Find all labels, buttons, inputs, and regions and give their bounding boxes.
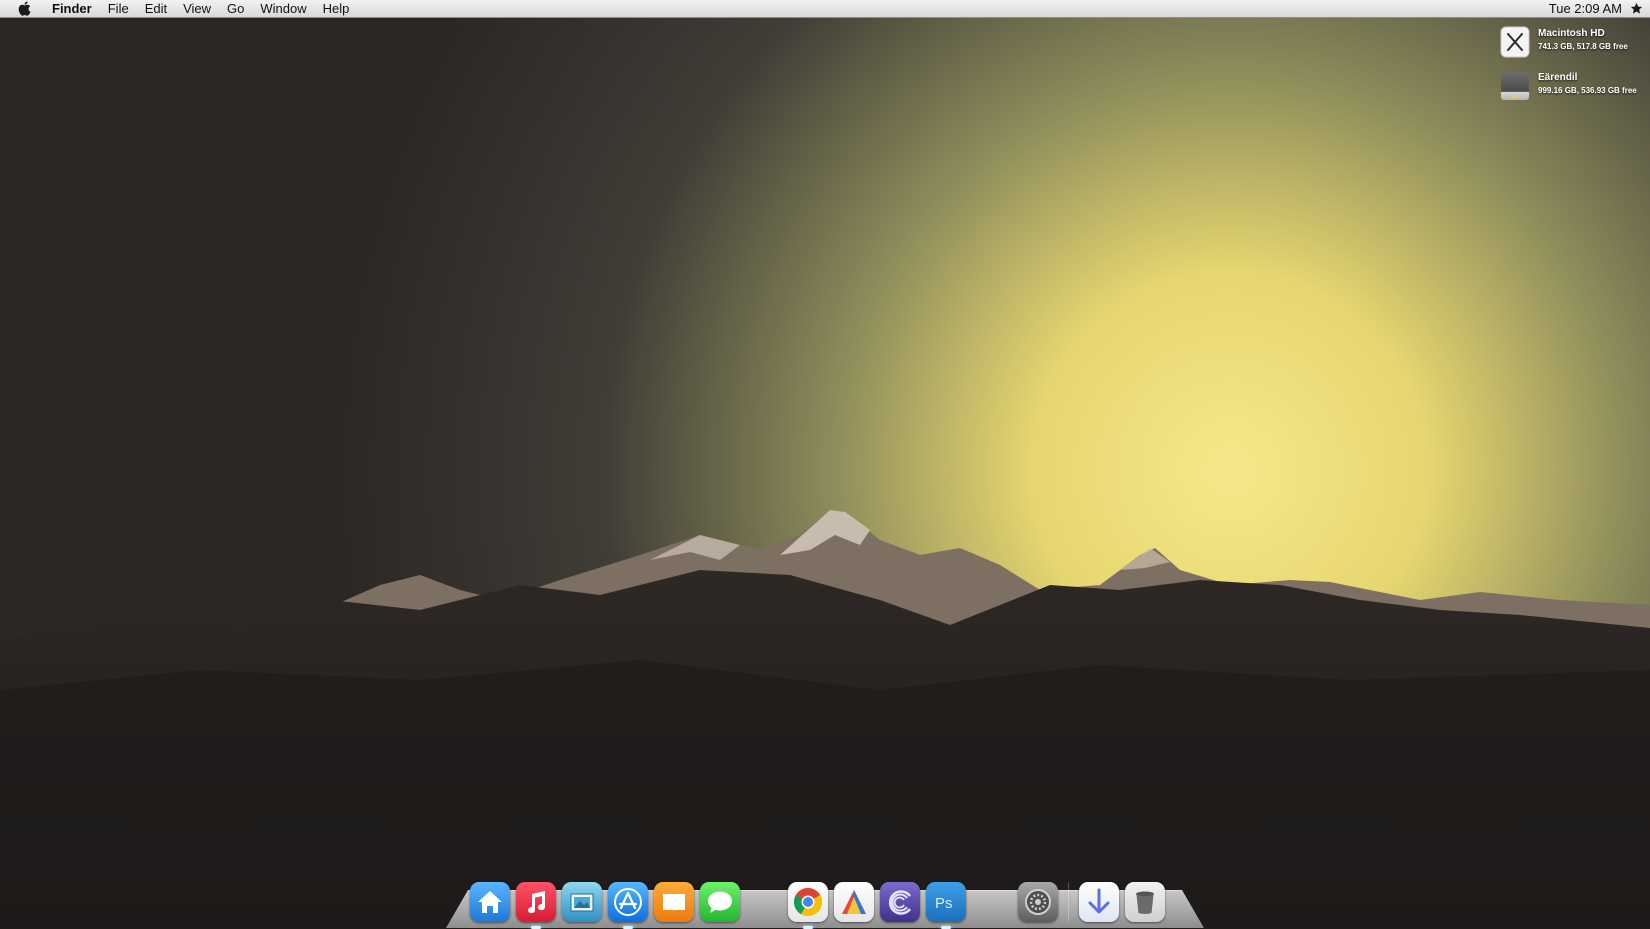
ibooks-icon [660, 888, 688, 916]
photoshop-icon: Ps [931, 887, 961, 917]
dock-item-photoshop[interactable]: Ps [926, 882, 966, 929]
drive-name: Macintosh HD [1538, 28, 1605, 39]
system-preferences-icon [1022, 886, 1054, 918]
drive-name: Eärendil [1538, 72, 1578, 83]
menu-app-finder[interactable]: Finder [46, 0, 100, 18]
itunes-icon [522, 888, 550, 916]
cocktail-icon [885, 887, 915, 917]
dock-item-preview[interactable] [562, 882, 602, 922]
menu-file[interactable]: File [100, 0, 137, 18]
dock-item-cocktail[interactable] [880, 882, 920, 922]
dock-item-system-preferences[interactable] [1018, 882, 1058, 922]
preview-icon [567, 887, 597, 917]
dock-separator [1068, 882, 1069, 922]
menu-extras: Tue 2:09 AM [1549, 1, 1650, 16]
dock-item-ibooks[interactable] [654, 882, 694, 922]
drive-info: 999.16 GB, 536.93 GB free [1538, 86, 1637, 95]
desktop-wallpaper [0, 0, 1650, 928]
menu-edit[interactable]: Edit [137, 0, 175, 18]
trash-icon [1133, 888, 1157, 916]
drive-info: 741.3 GB, 517.8 GB free [1538, 42, 1628, 51]
menu-window[interactable]: Window [252, 0, 314, 18]
svg-text:Ps: Ps [935, 895, 953, 912]
dock-item-trash[interactable] [1125, 882, 1165, 922]
drive-earendil[interactable]: Eärendil 999.16 GB, 536.93 GB free [1500, 70, 1637, 102]
external-drive-icon [1500, 70, 1530, 102]
osx-drive-icon [1500, 26, 1530, 58]
menu-view[interactable]: View [175, 0, 219, 18]
drive-macintosh-hd[interactable]: Macintosh HD 741.3 GB, 517.8 GB free [1500, 26, 1628, 58]
dock-item-downloads[interactable] [1079, 882, 1119, 922]
home-icon [475, 887, 505, 917]
apple-menu-icon[interactable] [16, 1, 32, 17]
dock-item-app-store[interactable] [608, 882, 648, 929]
menu-clock[interactable]: Tue 2:09 AM [1549, 1, 1630, 16]
dock-item-messages[interactable] [700, 882, 740, 922]
dock-item-itunes[interactable] [516, 882, 556, 929]
affinity-designer-icon [839, 887, 869, 917]
menu-bar: Finder File Edit View Go Window Help Tue… [0, 0, 1650, 18]
dock-item-affinity-designer[interactable] [834, 882, 874, 922]
dock: Ps [470, 874, 1171, 929]
star-icon[interactable] [1630, 2, 1644, 16]
menu-go[interactable]: Go [219, 0, 252, 18]
downloads-icon [1085, 887, 1113, 917]
chrome-icon [792, 886, 824, 918]
dock-item-chrome[interactable] [788, 882, 828, 929]
dock-item-home[interactable] [470, 882, 510, 922]
messages-icon [705, 887, 735, 917]
menu-help[interactable]: Help [315, 0, 358, 18]
app-store-icon [612, 886, 644, 918]
